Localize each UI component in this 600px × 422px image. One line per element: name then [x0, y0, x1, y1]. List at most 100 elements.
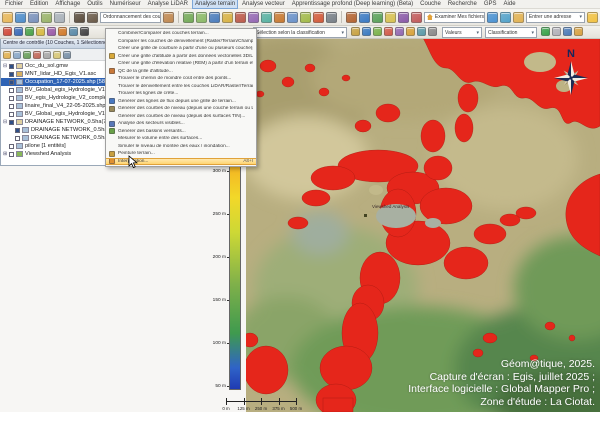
path-profile-icon[interactable]	[74, 12, 85, 23]
menu-item-flow-lines-icon[interactable]: Générer des lignes de flux depuis une gr…	[106, 98, 256, 106]
layer-checkbox[interactable]	[9, 64, 14, 69]
menu-aide[interactable]: Aide	[501, 0, 519, 8]
line-tool-icon[interactable]	[14, 27, 23, 36]
layer-checkbox[interactable]	[15, 136, 20, 141]
clear-selection-icon[interactable]	[384, 27, 393, 36]
mountain-icon[interactable]	[163, 12, 174, 23]
menu-analyse-terrain[interactable]: Analyse terrain	[192, 0, 238, 9]
lidar-ground-icon[interactable]	[196, 12, 207, 23]
menu-item-plain[interactable]: Générer des courbes de niveau (depuis de…	[106, 113, 256, 121]
lasso-icon[interactable]	[373, 27, 382, 36]
sphere-icon[interactable]	[541, 27, 550, 36]
layer-row[interactable]: ⊟Occ_du_sol.gmw	[1, 62, 105, 70]
erase-icon[interactable]	[80, 27, 89, 36]
layer-checkbox[interactable]	[9, 152, 14, 157]
menu-item-plain[interactable]: Simuler le niveau de montée des eaux / i…	[106, 143, 256, 151]
full-extent-icon[interactable]	[411, 12, 422, 23]
lidar-elevation-icon[interactable]	[222, 12, 233, 23]
pencil-icon[interactable]	[3, 27, 12, 36]
layer-row[interactable]: ⊞Viewshed Analysis	[1, 150, 105, 158]
layer-checkbox[interactable]	[9, 120, 14, 125]
menu-item-plain[interactable]: Trouver le dénivellement entre les couch…	[106, 83, 256, 91]
menu-item-grid-elevation-icon[interactable]: Créer une grille d'altitude à partir des…	[106, 53, 256, 61]
snap-icon[interactable]	[69, 27, 78, 36]
menu-outils[interactable]: Outils	[84, 0, 105, 8]
zoom-in-icon[interactable]	[385, 12, 396, 23]
open-folder-icon[interactable]	[2, 12, 13, 23]
menu-item-plain[interactable]: Créer une grille d'élévation relative (R…	[106, 60, 256, 68]
lidar-grid-icon[interactable]	[287, 12, 298, 23]
map-view[interactable]: Viewshed Analysis	[246, 38, 600, 412]
info-icon[interactable]	[359, 12, 370, 23]
move-up-icon[interactable]	[53, 51, 61, 59]
menu-item-plain[interactable]: Mesurer le volume entre des surfaces...	[106, 135, 256, 143]
filter-icon[interactable]	[351, 27, 360, 36]
favorites-star-icon[interactable]	[587, 12, 598, 23]
zoom-out-icon[interactable]	[398, 12, 409, 23]
layer-checkbox[interactable]	[9, 96, 14, 101]
layer-row[interactable]: Occupation_17-07-2025.shp [58,858 entité…	[1, 78, 105, 86]
zoom-layer-icon[interactable]	[43, 51, 51, 59]
metadata-icon[interactable]	[23, 51, 31, 59]
menu-item-plain[interactable]: Comparer les couches de dénivellement (R…	[106, 38, 256, 46]
render-icon[interactable]	[574, 27, 583, 36]
area-tool-icon[interactable]	[25, 27, 34, 36]
sun-icon[interactable]	[513, 12, 524, 23]
menu-num-riseur[interactable]: Numériseur	[107, 0, 144, 8]
digitizer-icon[interactable]	[346, 12, 357, 23]
classification-combo[interactable]: Sélection selon la classification ▾	[253, 27, 347, 38]
layer-row[interactable]: BV_egis_Hydrologie_V2_complet.shp [167 e…	[1, 94, 105, 102]
globe-3d-icon[interactable]	[487, 12, 498, 23]
lidar-classify-icon[interactable]	[183, 12, 194, 23]
menu-analyse-lidar[interactable]: Analyse LiDAR	[145, 0, 191, 8]
select-icon[interactable]	[362, 27, 371, 36]
layer-checkbox[interactable]	[9, 104, 14, 109]
settings-icon[interactable]	[326, 12, 337, 23]
measure-icon[interactable]	[87, 12, 98, 23]
text-tool-icon[interactable]	[47, 27, 56, 36]
layer-checkbox[interactable]	[15, 128, 20, 133]
layer-row[interactable]: BV_Global_egis_Hydrologie_V1.shp [16 ent…	[1, 86, 105, 94]
point-tool-icon[interactable]	[36, 27, 45, 36]
lidar-color-icon[interactable]	[209, 12, 220, 23]
lidar-extract-icon[interactable]	[274, 12, 285, 23]
lidar-return-icon[interactable]	[235, 12, 246, 23]
print-icon[interactable]	[54, 12, 65, 23]
layer-checkbox[interactable]	[9, 72, 14, 77]
open-layer-icon[interactable]	[3, 51, 11, 59]
menu-fichier[interactable]: Fichier	[2, 0, 26, 8]
menu-edition[interactable]: Edition	[27, 0, 51, 8]
menu-item-plain[interactable]: Trouver les lignes de crête...	[106, 90, 256, 98]
delete-icon[interactable]	[313, 12, 324, 23]
layer-row[interactable]: DRAINAGE NETWORK_0.5ha(7) (Watershed Are…	[1, 126, 105, 134]
layer-row[interactable]: DRAINAGE NETWORK_0.5ha(7) [4,158 entités…	[1, 134, 105, 142]
menu-couche[interactable]: Couche	[417, 0, 444, 8]
eyedropper-icon[interactable]	[417, 27, 426, 36]
lidar-noise-icon[interactable]	[261, 12, 272, 23]
menu-item-viewshed-icon[interactable]: Analyse des secteurs visibles...	[106, 120, 256, 128]
menu-analyse-vecteur[interactable]: Analyse vecteur	[239, 0, 288, 8]
menu-item-terrain-qc-icon[interactable]: QC de la grille d'altitude...	[106, 68, 256, 76]
layer-row[interactable]: MNT_lidar_HD_Egis_V1.asc	[1, 70, 105, 78]
draw-order-combo[interactable]: Ordonnancement des couches ▾	[100, 12, 161, 23]
view-3d-icon[interactable]	[552, 27, 561, 36]
lidar-vegetation-icon[interactable]	[300, 12, 311, 23]
menu-item-plain[interactable]: Combiner/Comparer des couches terrain...	[106, 30, 256, 38]
globe-flat-icon[interactable]	[500, 12, 511, 23]
menu-item-plain[interactable]: Trouver le chemin de moindre coût entre …	[106, 75, 256, 83]
menu-item-watershed-icon[interactable]: Générer des bassins versants...	[106, 128, 256, 136]
brush-icon[interactable]	[428, 27, 437, 36]
layer-row[interactable]: BV_Global_egis_Hydrologie_V1.shp [COPY] …	[1, 110, 105, 118]
save-icon[interactable]	[28, 12, 39, 23]
layer-checkbox[interactable]	[9, 80, 14, 85]
layer-row[interactable]: ⊟DRAINAGE NETWORK_0.5ha(7)	[1, 118, 105, 126]
move-down-icon[interactable]	[63, 51, 71, 59]
move-tool-icon[interactable]	[58, 27, 67, 36]
menu-affichage[interactable]: Affichage	[52, 0, 83, 8]
lidar-class-icon[interactable]	[248, 12, 259, 23]
paint-bucket-icon[interactable]	[406, 27, 415, 36]
layer-checkbox[interactable]	[9, 112, 14, 117]
menu-recherche[interactable]: Recherche	[445, 0, 480, 8]
class-combo[interactable]: Classification ▾	[485, 27, 537, 38]
values-combo[interactable]: Valeurs ▾	[442, 27, 482, 38]
